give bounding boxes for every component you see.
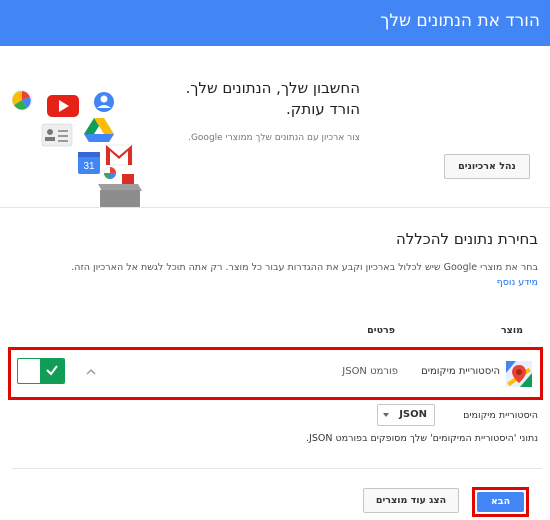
maps-icon: [506, 361, 532, 387]
learn-more-link[interactable]: מידע נוסף: [497, 277, 538, 288]
hero-heading: החשבון שלך, הנתונים שלך. הורד עותק.: [120, 78, 360, 120]
top-bar: הורד את הנתונים שלך: [0, 0, 550, 46]
archive-box-icon: [98, 166, 142, 208]
format-option-label: היסטוריית מיקומים: [463, 410, 538, 421]
hero-subtitle: צור ארכיון עם הנתונים שלך ממוצרי Google.: [188, 133, 360, 143]
page-title: הורד את הנתונים שלך: [380, 11, 540, 31]
contacts-card-icon: [41, 123, 73, 147]
dropdown-arrow-icon: [383, 413, 389, 417]
hero-heading-line2: הורד עותק.: [285, 100, 360, 118]
youtube-icon: [47, 95, 79, 117]
include-toggle[interactable]: [17, 358, 65, 384]
column-header-product: מוצר: [500, 325, 523, 336]
show-more-products-button[interactable]: הצג עוד מוצרים: [363, 488, 459, 513]
manage-archives-button[interactable]: נהל ארכיונים: [444, 154, 530, 179]
contacts-icon: [94, 92, 114, 112]
checkmark-icon: [46, 365, 58, 376]
product-format: פורמט JSON: [342, 366, 398, 377]
gmail-icon: [105, 144, 133, 166]
format-note: נתוני 'היסטוריית המיקומים' שלך מסופקים ב…: [306, 433, 538, 444]
hero-heading-line1: החשבון שלך, הנתונים שלך.: [185, 79, 360, 97]
format-select[interactable]: JSON: [377, 404, 435, 426]
section-description-text: בחר את מוצרי Google שיש לכלול בארכיון וק…: [71, 262, 538, 273]
product-name: היסטוריית מיקומים: [421, 366, 500, 377]
section-divider: [0, 207, 550, 208]
format-select-value: JSON: [399, 409, 427, 420]
photos-icon: [11, 89, 33, 111]
svg-text:31: 31: [83, 161, 95, 172]
product-row-location-history[interactable]: היסטוריית מיקומים פורמט JSON: [8, 347, 543, 400]
column-header-details: פרטים: [367, 325, 395, 336]
footer-divider: [12, 468, 542, 469]
section-description: בחר את מוצרי Google שיש לכלול בארכיון וק…: [18, 260, 538, 290]
chevron-up-icon[interactable]: [81, 362, 101, 382]
calendar-icon: 31: [78, 152, 100, 174]
next-button-highlight: הבא: [472, 487, 529, 517]
section-title: בחירת נתונים להכללה: [395, 230, 538, 248]
next-button[interactable]: הבא: [477, 492, 524, 512]
toggle-on-knob: [40, 359, 64, 383]
